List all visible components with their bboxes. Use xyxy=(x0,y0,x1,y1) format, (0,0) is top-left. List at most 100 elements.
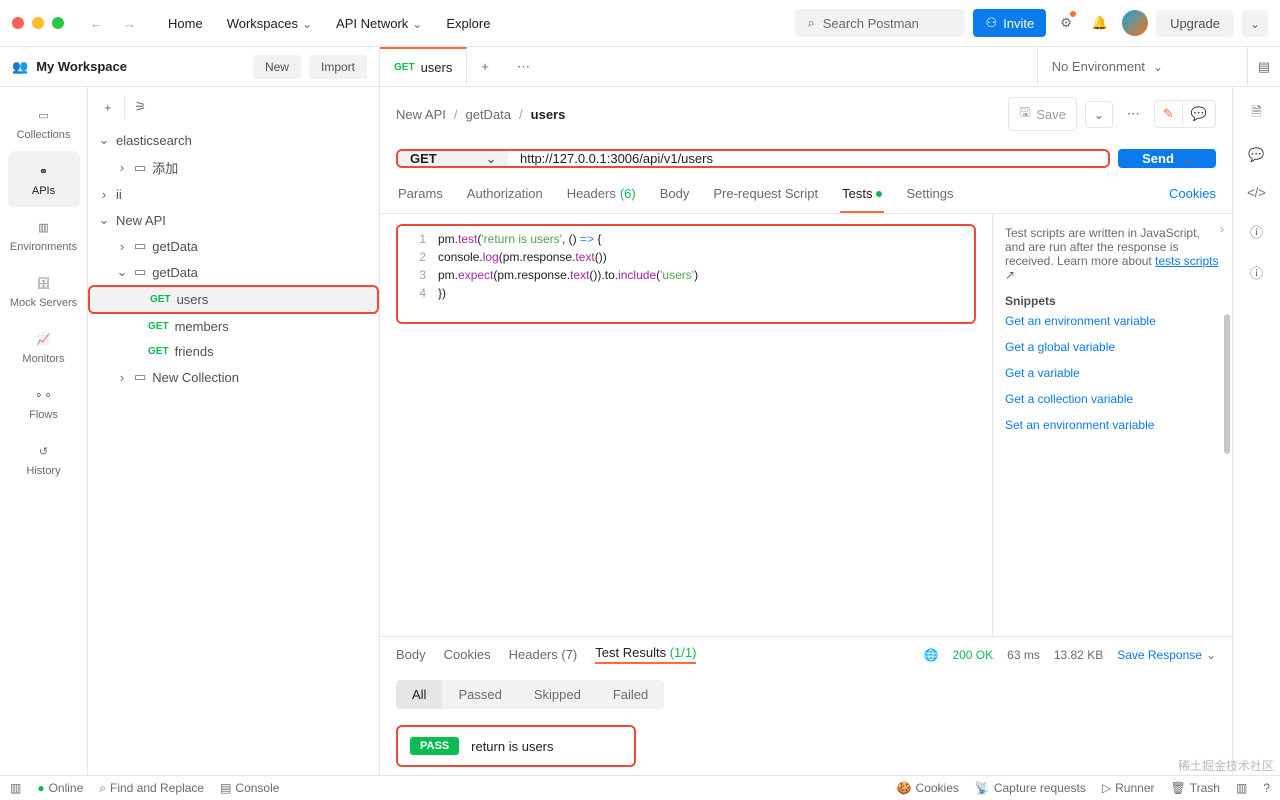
capture-button[interactable]: 📡 Capture requests xyxy=(975,781,1086,795)
comment-mode-icon[interactable]: 💬 xyxy=(1182,101,1215,127)
tree-add-cn[interactable]: ›▭添加 xyxy=(88,153,379,182)
environment-quicklook-icon[interactable]: ▤ xyxy=(1247,47,1280,86)
method-select[interactable]: GET xyxy=(398,151,508,166)
tab-tests[interactable]: Tests xyxy=(840,176,884,213)
tree-ii[interactable]: ›ii xyxy=(88,182,379,207)
rail-collections[interactable]: ▭Collections xyxy=(8,95,80,151)
upgrade-button[interactable]: Upgrade xyxy=(1156,10,1234,37)
scrollbar[interactable] xyxy=(1224,314,1230,454)
info-icon[interactable]: ⓘ xyxy=(1246,218,1267,245)
snippet-get-env[interactable]: Get an environment variable xyxy=(1005,308,1220,334)
tab-params[interactable]: Params xyxy=(396,176,445,213)
rail-history[interactable]: ↺History xyxy=(8,431,80,487)
tests-scripts-link[interactable]: tests scripts xyxy=(1155,254,1218,268)
rail-monitors[interactable]: 📈Monitors xyxy=(8,319,80,375)
tab-users[interactable]: GET users xyxy=(380,47,467,86)
filter-skipped[interactable]: Skipped xyxy=(518,680,597,709)
test-script-editor[interactable]: 1pm.test('return is users', () => { 2 co… xyxy=(396,224,976,324)
tree-new-collection[interactable]: ›▭New Collection xyxy=(88,364,379,390)
send-button[interactable]: Send xyxy=(1118,149,1216,168)
snippet-get-var[interactable]: Get a variable xyxy=(1005,360,1220,386)
folder-icon: ▭ xyxy=(134,264,146,280)
tree-new-api[interactable]: ⌄New API xyxy=(88,207,379,233)
filter-failed[interactable]: Failed xyxy=(597,680,664,709)
runner-button[interactable]: ▷ Runner xyxy=(1102,781,1155,795)
tab-prerequest[interactable]: Pre-request Script xyxy=(711,176,820,213)
rail-mock-servers[interactable]: 🗄Mock Servers xyxy=(8,263,80,319)
invite-button[interactable]: ⚇ Invite xyxy=(973,9,1046,37)
tree-friends[interactable]: GETfriends xyxy=(88,339,379,364)
cookies-link[interactable]: Cookies xyxy=(1169,176,1216,213)
environment-select[interactable]: No Environment xyxy=(1037,47,1247,86)
save-button[interactable]: 🖫Save xyxy=(1008,97,1077,131)
tab-method: GET xyxy=(394,62,415,73)
edit-mode-icon[interactable]: ✎ xyxy=(1155,101,1182,127)
workspace-name[interactable]: My Workspace xyxy=(36,59,245,74)
help-icon[interactable]: ? xyxy=(1263,781,1270,795)
create-new-button[interactable]: + xyxy=(98,96,118,119)
folder-icon: ▭ xyxy=(134,160,146,176)
resp-tab-body[interactable]: Body xyxy=(396,647,426,662)
tree-getdata-1[interactable]: ›▭getData xyxy=(88,233,379,259)
tree-elasticsearch[interactable]: ⌄elasticsearch xyxy=(88,127,379,153)
tab-body[interactable]: Body xyxy=(658,176,692,213)
import-button[interactable]: Import xyxy=(309,55,367,79)
trash-button[interactable]: 🗑 Trash xyxy=(1171,781,1220,795)
globe-icon[interactable]: 🌐 xyxy=(923,648,938,662)
response-time: 63 ms xyxy=(1007,648,1040,662)
new-button[interactable]: New xyxy=(253,55,301,79)
code-icon[interactable]: </> xyxy=(1243,181,1270,204)
notifications-icon[interactable]: 🔔 xyxy=(1086,9,1114,37)
more-actions-icon[interactable]: ⋯ xyxy=(1121,100,1146,128)
filter-passed[interactable]: Passed xyxy=(442,680,517,709)
crumb-getdata[interactable]: getData xyxy=(465,107,511,122)
cookies-button[interactable]: 🍪 Cookies xyxy=(897,781,959,795)
tree-users[interactable]: GETusers xyxy=(88,285,379,314)
nav-back[interactable]: ← xyxy=(84,12,109,35)
snippet-get-coll[interactable]: Get a collection variable xyxy=(1005,386,1220,412)
window-controls[interactable] xyxy=(12,17,64,29)
save-menu[interactable] xyxy=(1085,101,1113,128)
rail-environments[interactable]: ▥Environments xyxy=(8,207,80,263)
collapse-icon[interactable]: › xyxy=(1220,222,1224,236)
tab-headers[interactable]: Headers (6) xyxy=(565,176,638,213)
search-input[interactable]: ⌕ Search Postman xyxy=(795,9,965,37)
comments-icon[interactable]: 💬 xyxy=(1244,143,1268,167)
console-button[interactable]: ▤ Console xyxy=(220,781,279,795)
resp-tab-cookies[interactable]: Cookies xyxy=(444,647,491,662)
settings-icon[interactable]: ⚙ xyxy=(1054,9,1078,37)
nav-api-network[interactable]: API Network xyxy=(326,10,432,37)
find-replace-button[interactable]: ⌕ Find and Replace xyxy=(99,781,204,796)
workspace-icon: 👥 xyxy=(12,59,28,75)
tree-members[interactable]: GETmembers xyxy=(88,314,379,339)
crumb-api[interactable]: New API xyxy=(396,107,446,122)
sidebar-toggle-icon[interactable]: ▥ xyxy=(10,781,21,795)
resp-tab-testresults[interactable]: Test Results (1/1) xyxy=(595,645,696,664)
snippet-set-env[interactable]: Set an environment variable xyxy=(1005,412,1220,438)
two-pane-icon[interactable]: ▥ xyxy=(1236,781,1247,795)
rail-apis[interactable]: ⚭APIs xyxy=(8,151,80,207)
docs-icon[interactable]: 🗎 xyxy=(1247,99,1265,129)
rail-flows[interactable]: ⚬⚬Flows xyxy=(8,375,80,431)
nav-explore[interactable]: Explore xyxy=(436,10,500,37)
upgrade-menu[interactable] xyxy=(1242,10,1268,37)
resp-tab-headers[interactable]: Headers (7) xyxy=(509,647,578,662)
url-input[interactable]: http://127.0.0.1:3006/api/v1/users xyxy=(508,151,1108,166)
nav-workspaces[interactable]: Workspaces xyxy=(217,10,322,37)
nav-home[interactable]: Home xyxy=(158,10,213,37)
save-response-button[interactable]: Save Response xyxy=(1117,648,1216,662)
tab-settings[interactable]: Settings xyxy=(904,176,955,213)
tree-getdata-2[interactable]: ⌄▭getData xyxy=(88,259,379,285)
apis-icon: ⚭ xyxy=(34,161,54,181)
tab-authorization[interactable]: Authorization xyxy=(465,176,545,213)
status-online[interactable]: ●Online xyxy=(37,781,83,795)
avatar[interactable] xyxy=(1122,10,1148,36)
snippet-get-global[interactable]: Get a global variable xyxy=(1005,334,1220,360)
related-icon[interactable]: ⓘ xyxy=(1246,259,1267,286)
filter-icon[interactable]: ⚞ xyxy=(124,95,153,119)
pass-badge: PASS xyxy=(410,737,459,755)
nav-forward[interactable]: → xyxy=(117,12,142,35)
new-tab-button[interactable]: + xyxy=(467,47,503,86)
tab-overflow[interactable]: ⋯ xyxy=(503,47,544,86)
filter-all[interactable]: All xyxy=(396,680,442,709)
